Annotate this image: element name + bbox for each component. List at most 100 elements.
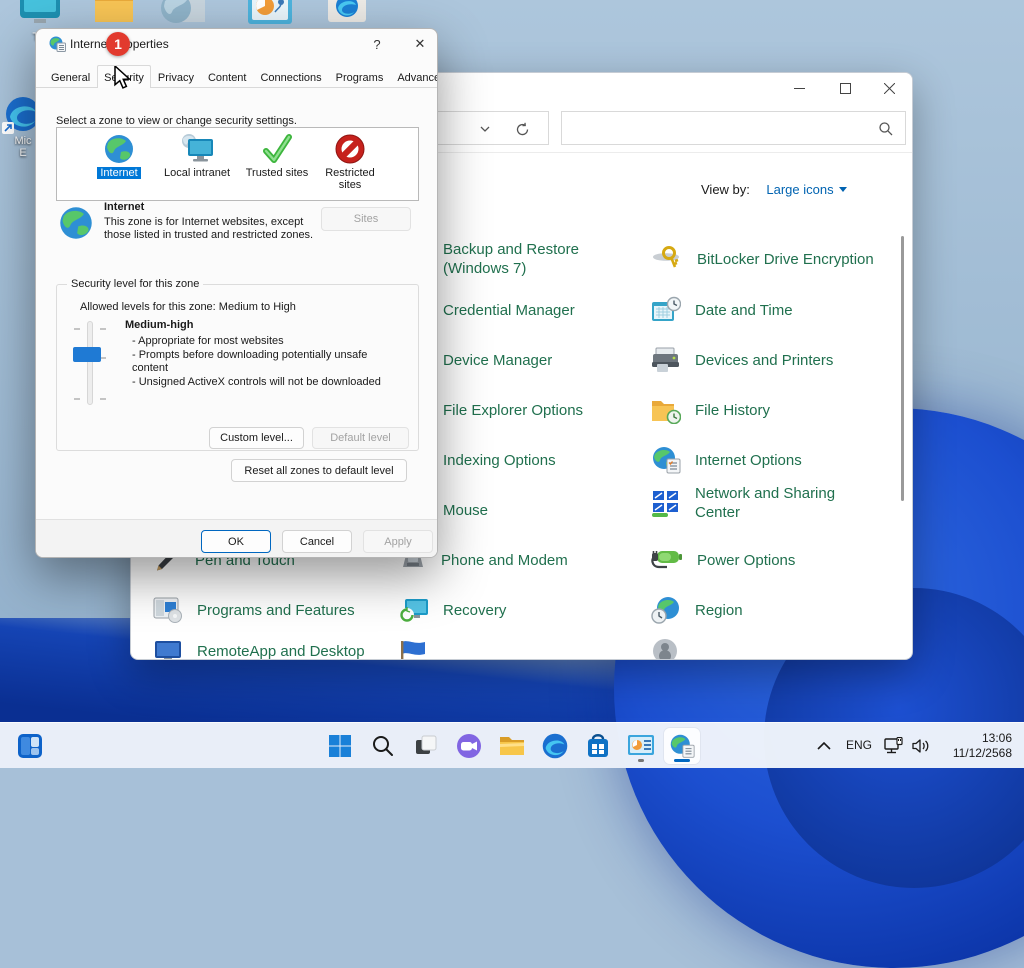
network-icon — [651, 488, 681, 518]
cp-item-label: Power Options — [697, 551, 795, 570]
speaker-icon — [912, 738, 932, 754]
scrollbar[interactable] — [901, 236, 904, 501]
cp-item-label: File History — [695, 401, 770, 420]
cp-item-internet-options[interactable]: Internet Options — [651, 440, 802, 480]
tab-privacy[interactable]: Privacy — [151, 67, 201, 88]
cp-item-recovery[interactable]: Recovery — [399, 590, 506, 630]
globe-clock-icon — [651, 596, 681, 624]
cp-item-label: Recovery — [443, 601, 506, 620]
edge-button[interactable] — [537, 728, 573, 764]
search-icon[interactable] — [879, 122, 893, 136]
cp-item-backup-restore[interactable]: Backup and Restore (Windows 7) — [443, 239, 608, 279]
sites-button[interactable]: Sites — [321, 207, 411, 231]
search-box[interactable] — [561, 111, 906, 145]
maximize-icon — [840, 83, 851, 94]
bitlocker-key-icon — [651, 245, 683, 273]
cp-item-bitlocker[interactable]: BitLocker Drive Encryption — [651, 239, 874, 279]
cp-item-region[interactable]: Region — [651, 590, 743, 630]
desktop-icon-network-folder[interactable] — [160, 0, 206, 26]
internet-options-taskbar-button[interactable] — [664, 728, 700, 764]
security-slider-track[interactable] — [87, 321, 93, 405]
reset-zones-button[interactable]: Reset all zones to default level — [231, 459, 407, 482]
desktop-icon-edge-box[interactable] — [328, 0, 366, 24]
control-panel-button[interactable] — [623, 728, 659, 764]
refresh-icon[interactable] — [515, 122, 530, 137]
task-view-button[interactable] — [408, 728, 444, 764]
desktop-icon-folder[interactable] — [93, 0, 135, 24]
tray-overflow-button[interactable] — [810, 728, 838, 764]
speaker-icon — [651, 637, 679, 660]
network-folder-icon — [160, 0, 206, 26]
cp-item-credential-manager[interactable]: Credential Manager — [443, 290, 575, 330]
cp-item-date-time[interactable]: Date and Time — [651, 290, 793, 330]
security-level-bullets: - Appropriate for most websites - Prompt… — [132, 335, 395, 389]
cp-item-remoteapp[interactable]: RemoteApp and Desktop — [153, 631, 365, 660]
cp-close-button[interactable] — [872, 76, 906, 100]
dialog-close-button[interactable]: ✕ — [408, 34, 432, 54]
cp-item-label: Backup and Restore (Windows 7) — [443, 240, 608, 278]
custom-level-button[interactable]: Custom level... — [209, 427, 304, 449]
help-button[interactable]: ? — [366, 34, 388, 54]
clock[interactable]: 13:06 11/12/2568 — [953, 731, 1012, 761]
slider-tick — [100, 328, 106, 330]
network-tray-button[interactable] — [880, 728, 908, 764]
internet-options-icon — [49, 36, 66, 52]
internet-options-icon — [651, 446, 681, 474]
file-explorer-button[interactable] — [494, 728, 530, 764]
cp-item-file-history[interactable]: File History — [651, 390, 770, 430]
cp-item-devices-printers[interactable]: Devices and Printers — [651, 340, 833, 380]
chevron-down-icon[interactable] — [480, 126, 490, 133]
tab-advanced[interactable]: Advanced — [390, 67, 438, 88]
zone-trusted-sites[interactable]: Trusted sites — [241, 133, 313, 179]
this-pc-icon — [18, 0, 62, 28]
programs-icon — [153, 597, 183, 624]
folder-icon — [93, 0, 135, 24]
minimize-button[interactable] — [782, 76, 816, 100]
cp-item-indexing-options[interactable]: Indexing Options — [443, 440, 556, 480]
view-by: View by: Large icons — [701, 181, 847, 199]
slider-tick — [100, 398, 106, 400]
security-slider-handle[interactable] — [73, 347, 101, 362]
cp-item-clipped-speaker[interactable] — [651, 631, 679, 660]
ethernet-icon — [884, 737, 904, 755]
desktop-icon-chart-app[interactable] — [248, 0, 292, 26]
cp-item-mouse[interactable]: Mouse — [443, 490, 488, 530]
default-level-button[interactable]: Default level — [312, 427, 409, 449]
apply-button[interactable]: Apply — [363, 530, 433, 553]
active-window-indicator — [674, 759, 690, 762]
zone-internet[interactable]: Internet — [87, 133, 151, 179]
cp-item-network-sharing[interactable]: Network and Sharing Center — [651, 483, 855, 523]
cp-item-label: Credential Manager — [443, 301, 575, 320]
cp-item-programs-features[interactable]: Programs and Features — [153, 590, 355, 630]
tab-general[interactable]: General — [44, 67, 97, 88]
bullet-2: - Prompts before downloading potentially… — [132, 349, 395, 376]
ok-button[interactable]: OK — [201, 530, 271, 553]
chat-button[interactable] — [451, 728, 487, 764]
notification-badge: 1 — [106, 32, 130, 56]
cancel-button[interactable]: Cancel — [282, 530, 352, 553]
volume-tray-button[interactable] — [908, 728, 936, 764]
maximize-button[interactable] — [828, 76, 862, 100]
cp-item-label: Network and Sharing Center — [695, 484, 855, 522]
cp-item-power-options[interactable]: Power Options — [651, 540, 795, 580]
tab-content[interactable]: Content — [201, 67, 254, 88]
view-by-value: Large icons — [766, 182, 833, 197]
cp-item-file-explorer-options[interactable]: File Explorer Options — [443, 390, 583, 430]
search-input[interactable] — [570, 116, 870, 140]
zone-restricted-sites[interactable]: Restricted sites — [315, 133, 385, 191]
security-level-name: Medium-high — [125, 319, 193, 331]
search-button[interactable] — [365, 728, 401, 764]
store-button[interactable] — [580, 728, 616, 764]
internet-properties-dialog: Internet Properties 1 ? ✕ General Securi… — [35, 28, 438, 558]
view-by-dropdown[interactable]: Large icons — [766, 181, 846, 198]
cp-item-device-manager[interactable]: Device Manager — [443, 340, 552, 380]
remote-desktop-icon — [153, 638, 183, 660]
widgets-button[interactable] — [12, 728, 48, 764]
tab-connections[interactable]: Connections — [253, 67, 328, 88]
zone-local-intranet[interactable]: Local intranet — [155, 133, 239, 179]
language-indicator[interactable]: ENG — [846, 738, 872, 752]
start-button[interactable] — [322, 728, 358, 764]
cp-item-clipped-flag[interactable] — [399, 631, 427, 660]
tab-programs[interactable]: Programs — [329, 67, 391, 88]
selected-zone-name: Internet — [104, 201, 144, 213]
